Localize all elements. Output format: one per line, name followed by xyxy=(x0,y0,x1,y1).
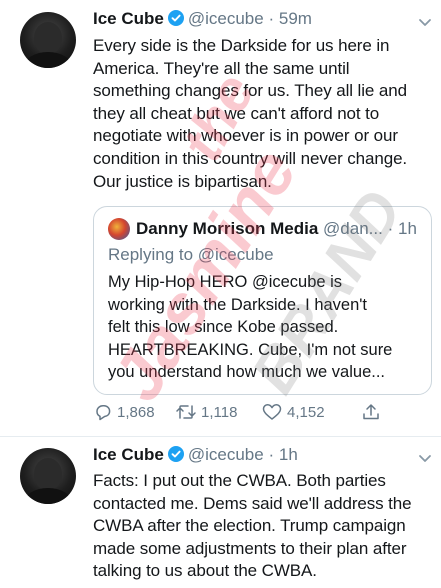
separator-dot: · xyxy=(268,445,275,464)
verified-badge-icon xyxy=(167,446,184,462)
separator-dot: · xyxy=(268,9,275,28)
reply-count: 1,868 xyxy=(117,403,155,421)
quoted-display-name: Danny Morrison Media xyxy=(136,219,319,238)
replying-to: Replying to @icecube xyxy=(108,245,274,264)
display-name[interactable]: Ice Cube xyxy=(93,9,164,28)
tweet-divider xyxy=(0,436,441,437)
avatar[interactable] xyxy=(20,448,76,504)
retweet-button[interactable]: 1,118 xyxy=(175,399,237,425)
avatar[interactable] xyxy=(20,12,76,68)
tweet-header: Ice Cube @icecube · 1h xyxy=(93,444,298,466)
like-button[interactable]: 4,152 xyxy=(261,399,325,425)
chevron-down-icon[interactable] xyxy=(416,13,434,31)
quoted-text: My Hip-Hop HERO @icecube is working with… xyxy=(108,273,393,381)
display-name[interactable]: Ice Cube xyxy=(93,445,164,464)
retweet-icon xyxy=(176,405,196,419)
handle[interactable]: @icecube xyxy=(188,9,264,28)
heart-icon xyxy=(262,404,282,420)
share-icon xyxy=(363,404,379,420)
tweet-header: Ice Cube @icecube · 59m xyxy=(93,8,312,30)
quoted-avatar xyxy=(108,218,130,240)
like-count: 4,152 xyxy=(287,403,325,421)
reply-icon xyxy=(96,405,111,421)
handle[interactable]: @icecube xyxy=(188,445,264,464)
quoted-header: Danny Morrison Media @dan... · 1h xyxy=(136,217,417,241)
tweet-text: Every side is the Darkside for us here i… xyxy=(93,36,408,191)
timestamp[interactable]: 1h xyxy=(279,445,298,464)
separator-dot: · xyxy=(387,219,394,238)
share-button[interactable] xyxy=(361,399,385,425)
tweet-actions: 1,868 1,118 4,152 xyxy=(93,399,423,425)
reply-button[interactable]: 1,868 xyxy=(93,399,155,425)
quoted-tweet[interactable]: Danny Morrison Media @dan... · 1h Replyi… xyxy=(93,206,432,395)
quoted-timestamp: 1h xyxy=(397,219,417,238)
quoted-handle: @dan... xyxy=(323,219,383,238)
tweet-text: Facts: I put out the CWBA. Both parties … xyxy=(93,471,412,581)
timestamp[interactable]: 59m xyxy=(279,9,312,28)
verified-badge-icon xyxy=(167,10,184,26)
retweet-count: 1,118 xyxy=(201,403,238,421)
chevron-down-icon[interactable] xyxy=(416,449,434,467)
